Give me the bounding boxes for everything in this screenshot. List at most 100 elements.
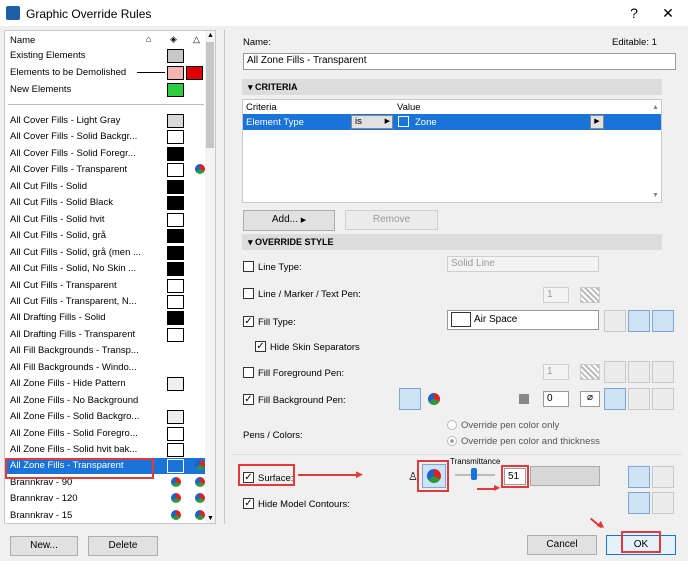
bg-pen-icon[interactable] [399, 388, 421, 410]
fg-pattern-icon[interactable] [580, 364, 600, 380]
contour-override-icon-2[interactable] [652, 492, 674, 514]
hide-contours-checkbox[interactable]: ✓ [243, 498, 254, 509]
list-item[interactable]: All Fill Backgrounds - Transp... [5, 343, 205, 359]
fill-swatch [451, 312, 471, 327]
fill-swatch [167, 278, 184, 293]
cancel-button[interactable]: Cancel [527, 535, 597, 555]
operator-select[interactable]: is ▶ [351, 115, 393, 129]
list-item[interactable]: Brannkrav - 120 [5, 491, 205, 507]
value-dropdown-icon[interactable]: ▶ [590, 115, 604, 129]
bg-pen-input[interactable]: 0 [543, 391, 569, 407]
bg-pen-checkbox[interactable]: ✓ [243, 394, 254, 405]
list-item[interactable]: Brannkrav - 15 [5, 508, 205, 523]
list-item[interactable]: All Fill Backgrounds - Windo... [5, 360, 205, 376]
scroll-thumb[interactable] [206, 42, 214, 148]
list-item[interactable]: All Cover Fills - Solid Backgr... [5, 129, 205, 145]
list-item[interactable]: New Elements [5, 82, 205, 98]
list-item[interactable]: All Cut Fills - Solid, grå (men ... [5, 245, 205, 261]
fill-swatch [167, 66, 184, 80]
list-item[interactable]: All Zone Fills - No Background [5, 393, 205, 409]
list-item-label: All Cover Fills - Solid Foregr... [10, 147, 136, 159]
override-section-header[interactable]: ▾ OVERRIDE STYLE [242, 234, 662, 250]
fg-override-icon-2[interactable] [628, 361, 650, 383]
bg-override-icon-1[interactable] [604, 388, 626, 410]
list-item[interactable]: All Cover Fills - Solid Foregr... [5, 146, 205, 162]
fill-swatch [167, 245, 184, 260]
criteria-section-header[interactable]: ▾ CRITERIA [242, 79, 662, 95]
list-item-label: All Cut Fills - Transparent, N... [10, 295, 137, 307]
list-item[interactable]: All Zone Fills - Hide Pattern [5, 376, 205, 392]
splitter[interactable] [224, 30, 225, 524]
list-item-label: All Zone Fills - Solid Foregro... [10, 427, 138, 439]
color-override-icon [195, 460, 205, 471]
list-item[interactable]: All Drafting Fills - Solid [5, 310, 205, 326]
pen-pattern-icon[interactable] [580, 287, 600, 303]
list-item[interactable]: All Cut Fills - Solid, No Skin ... [5, 261, 205, 277]
fill-type-checkbox[interactable]: ✓ [243, 316, 254, 327]
new-button[interactable]: New... [10, 536, 78, 556]
color-override-icon [171, 476, 181, 487]
demolish-swatch [186, 66, 203, 80]
list-item[interactable]: All Cover Fills - Light Gray [5, 113, 205, 129]
list-item[interactable]: All Zone Fills - Solid Backgro... [5, 409, 205, 425]
delete-button[interactable]: Delete [88, 536, 158, 556]
bg-override-icon-3[interactable] [652, 388, 674, 410]
line-type-select[interactable]: Solid Line [447, 256, 599, 272]
color-highlight [417, 460, 449, 492]
list-divider [8, 104, 204, 105]
list-item[interactable]: Existing Elements [5, 48, 205, 64]
help-button[interactable]: ? [626, 5, 642, 21]
pen-checkbox[interactable] [243, 288, 254, 299]
color-override-icon [171, 509, 181, 520]
list-item[interactable]: All Zone Fills - Solid Foregro... [5, 426, 205, 442]
list-item[interactable]: All Zone Fills - Solid hvit bak... [5, 442, 205, 458]
name-input[interactable]: All Zone Fills - Transparent [243, 53, 676, 70]
fill-override-icon-2[interactable] [628, 310, 650, 332]
add-button[interactable]: Add... ▶ [243, 210, 335, 231]
surface-override-icon-2[interactable] [652, 466, 674, 488]
name-label: Name: [243, 37, 271, 48]
bg-override-icon-2[interactable] [628, 388, 650, 410]
hide-contours-label: Hide Model Contours: [258, 499, 350, 510]
fg-override-icon-1[interactable] [604, 361, 626, 383]
no-pen-icon[interactable]: ⌀ [580, 391, 600, 407]
fill-swatch [167, 179, 184, 194]
surface-override-icon-1[interactable] [628, 466, 650, 488]
fill-override-icon-1[interactable] [604, 310, 626, 332]
list-item[interactable]: All Cut Fills - Solid, grå [5, 228, 205, 244]
transmittance-slider[interactable] [471, 468, 477, 480]
list-item[interactable]: All Drafting Fills - Transparent [5, 327, 205, 343]
fg-pen-input[interactable]: 1 [543, 364, 569, 380]
contour-override-icon-1[interactable] [628, 492, 650, 514]
close-button[interactable]: ✕ [660, 5, 676, 22]
list-item[interactable]: All Cut Fills - Solid Black [5, 195, 205, 211]
hide-skin-checkbox[interactable]: ✓ [255, 341, 266, 352]
scroll-up-icon[interactable]: ▲ [207, 32, 214, 39]
table-scroll-down-icon[interactable]: ▼ [652, 192, 659, 199]
criteria-head-label: CRITERIA [255, 82, 298, 92]
col-value: Value [397, 102, 421, 113]
pen-input[interactable]: 1 [543, 287, 569, 303]
remove-button[interactable]: Remove [345, 210, 438, 230]
fill-swatch [167, 114, 184, 128]
list-item[interactable]: All Cut Fills - Transparent, N... [5, 294, 205, 310]
radio-color-thickness[interactable] [447, 436, 457, 446]
window-title: Graphic Override Rules [26, 7, 152, 21]
line-type-checkbox[interactable] [243, 261, 254, 272]
fill-override-icon-3[interactable] [652, 310, 674, 332]
list-item[interactable]: Elements to be Demolished [5, 65, 205, 81]
fg-pen-checkbox[interactable] [243, 367, 254, 378]
list-item[interactable]: All Cover Fills - Transparent [5, 162, 205, 178]
pens-colors-label: Pens / Colors: [243, 430, 303, 441]
table-scroll-up-icon[interactable]: ▲ [652, 104, 659, 111]
selected-highlight [5, 458, 154, 479]
list-item[interactable]: All Cut Fills - Solid hvit [5, 212, 205, 228]
color-override-icon [171, 493, 181, 504]
fg-override-icon-3[interactable] [652, 361, 674, 383]
color-wheel-icon[interactable] [428, 393, 440, 405]
radio-color-only[interactable] [447, 420, 457, 430]
criteria-element-type: Element Type [246, 117, 304, 128]
scroll-down-icon[interactable]: ▼ [207, 515, 214, 522]
list-item[interactable]: All Cut Fills - Transparent [5, 278, 205, 294]
list-item[interactable]: All Cut Fills - Solid [5, 179, 205, 195]
